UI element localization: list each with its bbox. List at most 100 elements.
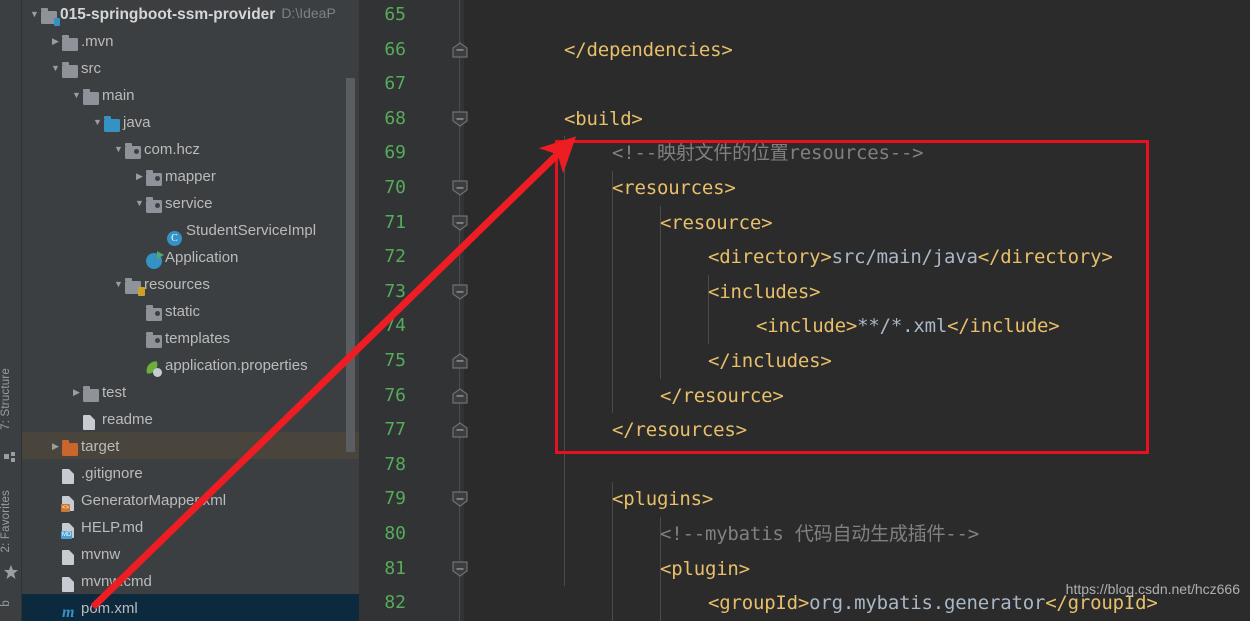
star-icon (4, 565, 18, 579)
tree-node-label: com.hcz (144, 140, 200, 158)
line-number: 80 (384, 523, 406, 544)
tree-node-target[interactable]: ▶ target (22, 432, 359, 459)
chevron-right-icon[interactable]: ▶ (49, 28, 62, 55)
tree-node-label: src (81, 59, 101, 77)
chevron-right-icon[interactable]: ▶ (133, 163, 146, 190)
chevron-right-icon[interactable]: ▶ (70, 379, 83, 406)
line-number: 79 (384, 488, 406, 510)
tree-node-mapper[interactable]: ▶ mapper (22, 162, 359, 189)
tree-node-src[interactable]: ▼ src (22, 54, 359, 81)
tree-node-label: main (102, 86, 135, 104)
package-icon (146, 197, 162, 214)
code-line-68[interactable]: <build> (564, 108, 643, 130)
resources-folder-icon (125, 278, 145, 297)
tree-node-pom-xml[interactable]: m pom.xml (22, 594, 359, 621)
line-number: 71 (384, 211, 406, 233)
tree-node-label: .gitignore (81, 464, 143, 482)
tree-node-mvnw-cmd[interactable]: mvnw.cmd (22, 567, 359, 594)
tree-node-main[interactable]: ▼ main (22, 81, 359, 108)
code-token-txt: org.mybatis.generator (809, 592, 1046, 615)
left-tool-window-bar: 7: Structure 2: Favorites b (0, 0, 22, 621)
package-icon (146, 170, 162, 187)
chevron-down-icon[interactable]: ▼ (133, 190, 146, 217)
tree-node-label: static (165, 302, 201, 320)
code-line-81[interactable]: <plugin> (660, 558, 750, 580)
tree-node-mvnw[interactable]: mvnw (22, 540, 359, 567)
maven-file-icon: m (62, 604, 75, 621)
tool-window-structure[interactable]: 7: Structure (0, 368, 22, 430)
tree-node-label: pom.xml (81, 599, 138, 617)
file-icon (62, 469, 74, 485)
tree-node-label: resources (144, 275, 210, 293)
annotation-rectangle (555, 140, 1149, 454)
tree-node-generatormapper-xml[interactable]: <> GeneratorMapper.xml (22, 486, 359, 513)
line-number: 76 (384, 384, 406, 406)
tree-node-path: D:\IdeaP (281, 5, 336, 21)
watermark-text: https://blog.csdn.net/hcz666 (1065, 581, 1240, 597)
chevron-down-icon[interactable]: ▼ (49, 55, 62, 82)
line-number: 77 (384, 419, 406, 441)
code-line-66[interactable]: </dependencies> (564, 39, 733, 61)
tree-node-label: HELP.md (81, 518, 144, 536)
tree-node-application-properties[interactable]: application.properties (22, 351, 359, 378)
chevron-right-icon[interactable]: ▶ (49, 433, 62, 460)
code-line-80[interactable]: <!--mybatis 代码自动生成插件--> (660, 523, 979, 545)
package-icon (146, 305, 162, 322)
line-number: 82 (384, 592, 406, 614)
spring-properties-icon (145, 361, 162, 378)
line-number: 73 (384, 280, 406, 302)
chevron-down-icon[interactable]: ▼ (112, 136, 125, 163)
line-number: 66 (384, 38, 406, 60)
source-folder-icon (104, 116, 120, 133)
project-tree-scrollbar[interactable] (346, 78, 355, 452)
code-token-tag: <build> (564, 107, 643, 130)
chevron-down-icon[interactable]: ▼ (112, 271, 125, 298)
tree-node-application[interactable]: Application (22, 243, 359, 270)
tree-node-label: GeneratorMapper.xml (81, 491, 227, 509)
tree-node-label: mapper (165, 167, 216, 185)
tree-node-com-hcz[interactable]: ▼ com.hcz (22, 135, 359, 162)
code-line-79[interactable]: <plugins> (612, 488, 713, 510)
folder-icon (62, 62, 78, 79)
code-token-tag: <plugins> (612, 488, 714, 511)
line-number: 74 (384, 315, 406, 337)
tree-node-label: 015-springboot-ssm-provider (60, 5, 276, 23)
tree-node-label: .mvn (81, 32, 114, 50)
folder-icon (83, 89, 99, 106)
code-token-tag: <groupId> (708, 592, 810, 615)
tool-window-bottom[interactable]: b (0, 600, 22, 607)
tool-window-favorites[interactable]: 2: Favorites (0, 490, 22, 552)
line-number: 75 (384, 350, 406, 371)
structure-icon (4, 452, 18, 466)
tree-node-label: java (123, 113, 151, 131)
tree-node-static[interactable]: static (22, 297, 359, 324)
excluded-folder-icon (62, 440, 78, 457)
tree-node-readme[interactable]: readme (22, 405, 359, 432)
tree-node-label: application.properties (165, 356, 308, 374)
project-tool-window[interactable]: ▼ 015-springboot-ssm-provider D:\IdeaP ▶ .mv… (22, 0, 359, 621)
tree-node-test[interactable]: ▶ test (22, 378, 359, 405)
spring-boot-icon (146, 251, 164, 270)
tree-node-templates[interactable]: templates (22, 324, 359, 351)
editor-gutter[interactable]: 65 66 67 68 69 70 71 72 73 74 75 76 77 78 79 80 81 82 (359, 0, 468, 621)
tree-node-label: test (102, 383, 127, 401)
package-icon (125, 143, 141, 160)
tree-node-label: mvnw.cmd (81, 572, 152, 590)
tree-node-java[interactable]: ▼ java (22, 108, 359, 135)
tree-node-label: StudentServiceImpl (186, 221, 317, 239)
tree-node--mvn[interactable]: ▶ .mvn (22, 27, 359, 54)
tree-node-015-springboot-ssm-provider[interactable]: ▼ 015-springboot-ssm-provider D:\IdeaP (22, 0, 359, 27)
tree-node-label: Application (165, 248, 239, 266)
chevron-down-icon[interactable]: ▼ (70, 82, 83, 109)
idea-window: 7: Structure 2: Favorites b ▼ 015-springb… (0, 0, 1250, 621)
tree-node--gitignore[interactable]: .gitignore (22, 459, 359, 486)
fold-region-line (459, 0, 460, 621)
tree-node-studentserviceimpl[interactable]: C StudentServiceImpl (22, 216, 359, 247)
chevron-down-icon[interactable]: ▼ (28, 1, 41, 28)
module-folder-icon (41, 8, 60, 27)
tree-node-resources[interactable]: ▼ resources (22, 270, 359, 297)
tree-node-help-md[interactable]: MD HELP.md (22, 513, 359, 540)
line-number: 78 (384, 453, 406, 475)
chevron-down-icon[interactable]: ▼ (91, 109, 104, 136)
tree-node-service[interactable]: ▼ service (22, 189, 359, 216)
